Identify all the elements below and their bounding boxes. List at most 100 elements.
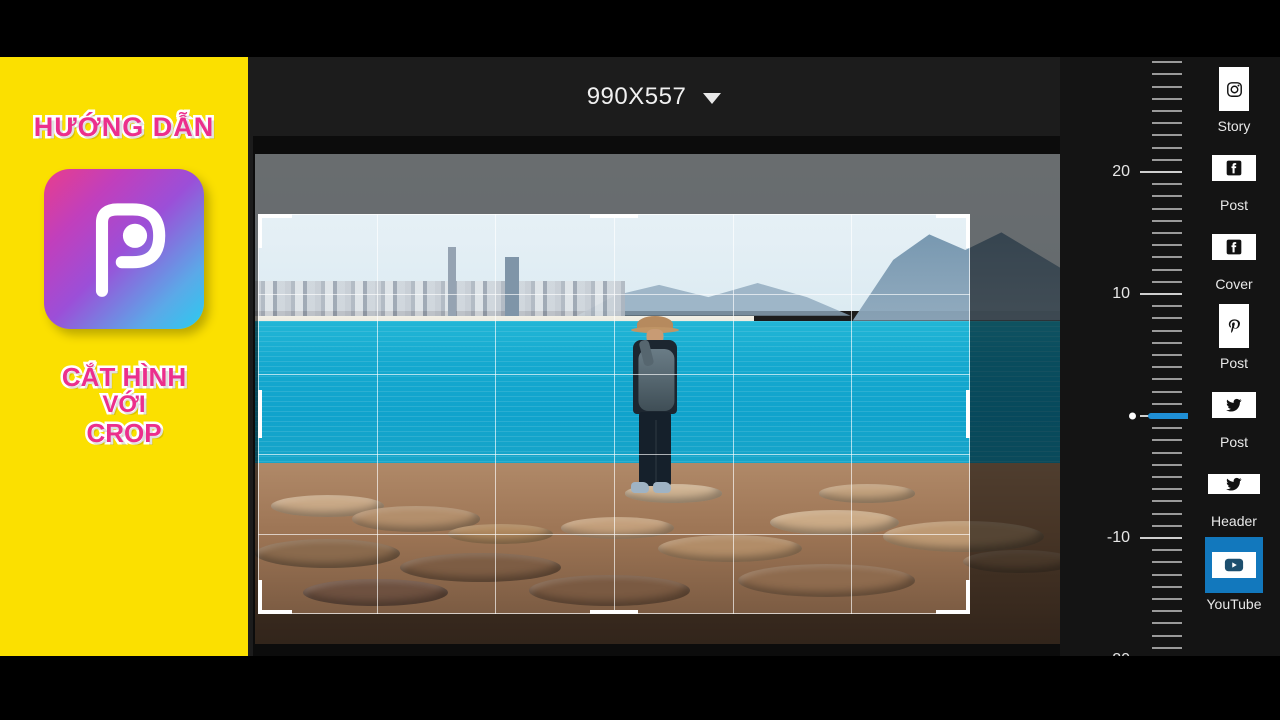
ruler-tick-label: 10 — [1112, 285, 1130, 302]
social-presets-rail[interactable]: Story Post Cover Post Post Header YouTube — [1188, 57, 1280, 656]
preset-item-post-1[interactable]: Post — [1188, 136, 1280, 215]
preset-item-story-0[interactable]: Story — [1188, 57, 1280, 136]
crop-handle-bottom-right-h[interactable] — [936, 610, 970, 614]
thumbnail-title: HƯỚNG DẪN — [31, 110, 215, 145]
image-editor: 990X557 -10 10 20 Story Post Cover Post … — [248, 57, 1280, 668]
letterbox-bottom-bar — [0, 656, 1280, 720]
thumbnail-subtitle-line1: CẮT HÌNH — [59, 360, 188, 394]
preset-chip-holder[interactable] — [1205, 63, 1263, 115]
thumbnail-subtitle: CẮT HÌNH VỚI CROP — [59, 360, 188, 450]
crop-handle-right-mid[interactable] — [966, 390, 970, 438]
ruler-tick-minor — [1152, 378, 1182, 381]
preset-chip-holder[interactable] — [1205, 221, 1263, 273]
crop-handle-bottom-mid[interactable] — [590, 610, 638, 614]
ruler-tick-minor — [1152, 207, 1182, 210]
ruler-tick-major — [1140, 537, 1182, 539]
ruler-tick-minor — [1152, 427, 1182, 430]
ruler-tick-minor — [1152, 500, 1182, 503]
crop-handle-top-left-v[interactable] — [258, 214, 262, 248]
ruler-tick-minor — [1152, 329, 1182, 332]
preset-item-post-4[interactable]: Post — [1188, 373, 1280, 452]
ruler-tick-minor — [1152, 390, 1182, 393]
ruler-tick-minor — [1152, 622, 1182, 625]
chevron-down-icon[interactable] — [703, 92, 722, 104]
facebook-icon[interactable] — [1212, 155, 1256, 181]
ruler-tick-minor — [1152, 610, 1182, 613]
ruler-tick-minor — [1152, 573, 1182, 576]
preset-chip-holder[interactable] — [1205, 458, 1263, 510]
facebook-icon[interactable] — [1212, 234, 1256, 260]
twitter-icon[interactable] — [1212, 392, 1256, 418]
crop-handle-top-left-h[interactable] — [258, 214, 292, 218]
ruler-tick-minor — [1152, 280, 1182, 283]
thumbnail-subtitle-line2: VỚI — [100, 389, 148, 421]
preset-chip-holder[interactable] — [1205, 300, 1263, 352]
youtube-icon[interactable] — [1212, 552, 1256, 578]
ruler-tick-minor — [1152, 463, 1182, 466]
preset-label: Cover — [1215, 276, 1253, 292]
ruler-tick-minor — [1152, 158, 1182, 161]
thumbnail-overlay-panel: HƯỚNG DẪN CẮT HÌNH VỚI CROP — [0, 57, 248, 656]
preset-label: Story — [1217, 118, 1251, 134]
preset-label: Post — [1219, 434, 1248, 450]
crop-handle-bottom-left-v[interactable] — [258, 580, 262, 614]
preset-chip-holder[interactable] — [1205, 379, 1263, 431]
ruler-tick-minor — [1152, 402, 1182, 405]
rotation-ruler-dot — [1129, 412, 1136, 420]
ruler-tick-minor — [1152, 97, 1182, 100]
ruler-tick-minor — [1152, 85, 1182, 88]
ruler-tick-minor — [1152, 549, 1182, 552]
ruler-tick-minor — [1152, 268, 1182, 271]
ruler-tick-minor — [1152, 366, 1182, 369]
crop-handle-top-right-h[interactable] — [936, 214, 970, 218]
rotation-ruler-panel[interactable]: -20-101020 — [1060, 57, 1268, 668]
ruler-tick-major — [1140, 171, 1182, 173]
ruler-tick-minor — [1152, 439, 1182, 442]
preset-label: YouTube — [1206, 596, 1262, 612]
ruler-tick-minor — [1152, 634, 1182, 637]
ruler-tick-minor — [1152, 561, 1182, 564]
letterbox-top-bar — [0, 0, 1280, 57]
ruler-tick-label: 20 — [1112, 163, 1130, 180]
ruler-tick-minor — [1152, 317, 1182, 320]
crop-handle-left-mid[interactable] — [258, 390, 262, 438]
ruler-tick-minor — [1152, 195, 1182, 198]
rotation-ruler-ticks[interactable]: -20-101020 — [1107, 57, 1182, 668]
ruler-tick-minor — [1152, 232, 1182, 234]
ruler-tick-minor — [1152, 73, 1182, 76]
ruler-tick-minor — [1152, 146, 1182, 149]
ruler-tick-minor — [1152, 524, 1182, 527]
crop-handle-top-mid[interactable] — [590, 214, 638, 218]
preset-item-post-3[interactable]: Post — [1188, 294, 1280, 373]
preset-item-cover-2[interactable]: Cover — [1188, 215, 1280, 294]
ruler-tick-minor — [1152, 219, 1182, 222]
ruler-tick-minor — [1152, 488, 1182, 491]
thumbnail-subtitle-line3: CROP — [84, 416, 164, 450]
instagram-icon[interactable] — [1219, 67, 1249, 111]
preset-item-header-5[interactable]: Header — [1188, 452, 1280, 531]
preset-label: Post — [1219, 197, 1248, 213]
ruler-tick-minor — [1152, 61, 1182, 64]
ruler-tick-minor — [1152, 476, 1182, 478]
ruler-tick-minor — [1152, 646, 1182, 649]
crop-handle-bottom-right-v[interactable] — [966, 580, 970, 614]
ruler-tick-minor — [1152, 244, 1182, 247]
crop-border[interactable] — [258, 214, 970, 614]
crop-size-label[interactable]: 990X557 — [587, 83, 687, 111]
editor-topbar: 990X557 — [248, 57, 1060, 136]
ruler-tick-minor — [1152, 134, 1182, 137]
ruler-tick-minor — [1152, 122, 1182, 125]
ruler-tick-label: -10 — [1106, 529, 1130, 546]
crop-canvas[interactable] — [253, 136, 1060, 656]
preset-chip-holder[interactable] — [1205, 537, 1263, 593]
ruler-tick-minor — [1152, 354, 1182, 356]
pinterest-icon[interactable] — [1219, 304, 1249, 348]
crop-handle-bottom-left-h[interactable] — [258, 610, 292, 614]
crop-handle-top-right-v[interactable] — [966, 214, 970, 248]
preset-label: Post — [1219, 355, 1248, 371]
preset-chip-holder[interactable] — [1205, 142, 1263, 194]
picsart-logo — [44, 169, 204, 329]
twitter-icon[interactable] — [1208, 474, 1260, 494]
preset-item-youtube-6[interactable]: YouTube — [1188, 531, 1280, 614]
ruler-tick-minor — [1152, 256, 1182, 259]
